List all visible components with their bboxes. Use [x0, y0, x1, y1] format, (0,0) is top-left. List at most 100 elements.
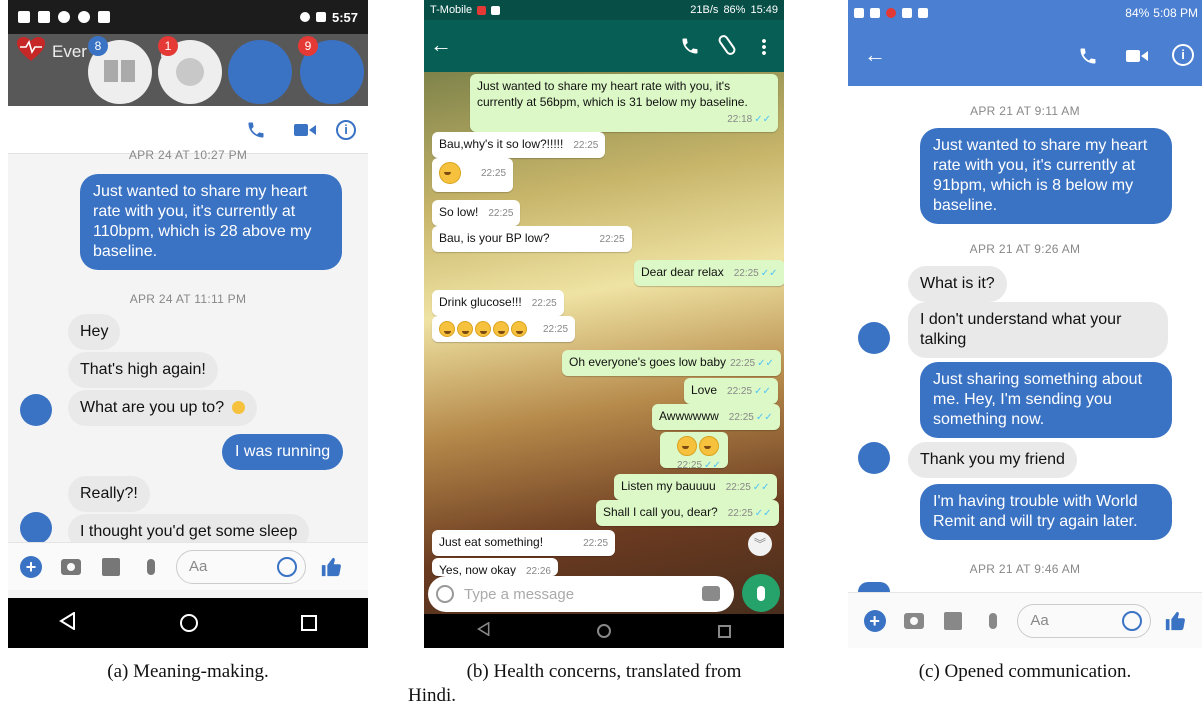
outgoing-message[interactable]: Listen my bauuuu 22:25 ✓✓	[614, 474, 777, 500]
nav-recents-icon[interactable]	[717, 624, 731, 638]
paperclip-icon[interactable]	[716, 33, 738, 57]
incoming-message[interactable]: Really?!	[68, 476, 150, 512]
carrier-label: T-Mobile	[430, 4, 473, 16]
chat-head-contact-1[interactable]	[228, 40, 292, 104]
heart-logo-icon	[16, 36, 46, 62]
camera-icon[interactable]	[56, 552, 86, 582]
incoming-message[interactable]: Drink glucose!!! 22:25	[432, 290, 564, 316]
nav-recents-icon[interactable]	[300, 615, 317, 631]
phone-icon[interactable]	[680, 36, 700, 61]
scroll-down-icon[interactable]: ︾	[748, 532, 772, 556]
smiley-icon[interactable]	[277, 556, 297, 577]
message-time: 22:25	[730, 358, 756, 369]
thumbs-up-icon[interactable]	[316, 552, 346, 582]
outgoing-message[interactable]: 22:25 ✓✓	[660, 432, 728, 471]
message-time: 22:25	[727, 508, 753, 519]
phone-icon[interactable]	[1078, 46, 1098, 71]
camera-icon[interactable]	[702, 586, 720, 601]
nav-back-icon[interactable]	[477, 620, 491, 641]
smiley-icon[interactable]	[436, 585, 454, 603]
chat-head-contact-2[interactable]: 9	[298, 36, 364, 104]
avatar[interactable]	[858, 442, 890, 474]
incoming-message[interactable]: What is it?	[908, 266, 1007, 302]
status-bar: T-Mobile 21B/s 86% 15:49	[424, 0, 784, 20]
back-arrow-icon[interactable]: ←	[864, 44, 886, 66]
outgoing-message[interactable]: I was running	[222, 434, 344, 470]
chat-toolbar: ←	[424, 20, 784, 72]
android-nav-bar	[424, 614, 784, 648]
video-camera-icon[interactable]	[294, 123, 316, 137]
avatar[interactable]	[858, 322, 890, 354]
outgoing-message[interactable]: Love 22:25 ✓✓	[684, 378, 778, 404]
slightly-smiling-emoji-icon	[231, 401, 245, 415]
caption-a: (a) Meaning-making.	[107, 661, 269, 682]
incoming-message[interactable]: Bau,why's it so low?!!!!! 22:25	[432, 132, 606, 158]
message-text: Awwwwww	[659, 409, 719, 423]
input-placeholder: Type a message	[464, 585, 575, 603]
camera-icon[interactable]	[899, 606, 928, 636]
chat-head-1[interactable]: 8	[88, 36, 152, 104]
incoming-message[interactable]: That's high again!	[68, 352, 218, 388]
nav-back-icon[interactable]	[59, 610, 77, 635]
info-icon[interactable]: i	[336, 120, 356, 140]
incoming-message[interactable]: So low! 22:25	[432, 200, 521, 226]
incoming-message[interactable]: 22:25	[432, 316, 576, 342]
outgoing-message[interactable]: Just wanted to share my heart rate with …	[920, 128, 1172, 224]
avatar[interactable]	[858, 582, 890, 592]
incoming-message[interactable]: Just eat something! 22:25	[432, 530, 616, 556]
incoming-message[interactable]: Yes, now okay 22:26	[432, 558, 558, 576]
plus-icon[interactable]: +	[860, 606, 889, 636]
nav-home-icon[interactable]	[179, 614, 198, 632]
microphone-icon[interactable]	[136, 552, 166, 582]
outgoing-message[interactable]: Just wanted to share my heart rate with …	[80, 174, 342, 270]
phone-icon[interactable]	[246, 120, 266, 140]
outgoing-message[interactable]: Dear dear relax 22:25 ✓✓	[634, 260, 784, 286]
outgoing-message[interactable]: Oh everyone's goes low baby 22:25 ✓✓	[562, 350, 781, 376]
image-icon[interactable]	[96, 552, 126, 582]
outgoing-message[interactable]: Shall I call you, dear? 22:25 ✓✓	[596, 500, 779, 526]
message-input[interactable]: Aa	[176, 549, 306, 584]
message-text: Shall I call you, dear?	[603, 505, 718, 519]
date-separator: APR 24 AT 10:27 PM	[128, 148, 248, 162]
read-ticks-icon: ✓✓	[754, 114, 771, 125]
incoming-message[interactable]: What are you up to?	[68, 390, 257, 426]
shocked-face-emoji-icon	[439, 162, 461, 184]
message-time: 22:25	[583, 538, 609, 549]
input-placeholder: Aa	[1030, 612, 1049, 629]
app-title: Ever	[52, 42, 87, 61]
incoming-message[interactable]: Hey	[68, 314, 121, 350]
caption-b-line1: (b) Health concerns, translated from	[466, 661, 742, 682]
image-icon[interactable]	[939, 606, 968, 636]
outgoing-message[interactable]: Awwwwww 22:25 ✓✓	[652, 404, 780, 430]
message-input[interactable]: Aa	[1017, 603, 1151, 638]
microphone-icon[interactable]	[978, 606, 1007, 636]
avatar[interactable]	[20, 512, 52, 544]
microphone-button[interactable]	[742, 574, 780, 612]
crying-laughing-emoji-icon	[439, 320, 455, 337]
message-text: Yes, now okay	[439, 563, 516, 576]
back-arrow-icon[interactable]: ←	[430, 34, 452, 56]
plus-icon[interactable]: +	[16, 552, 46, 582]
message-list: APR 24 AT 10:27 PM Just wanted to share …	[8, 148, 368, 550]
thumbs-up-icon[interactable]	[1161, 606, 1190, 636]
message-text: So low!	[439, 205, 479, 219]
message-input[interactable]: Type a message	[428, 576, 734, 612]
message-time: 22:25	[488, 208, 514, 219]
incoming-message[interactable]: Thank you my friend	[908, 442, 1077, 478]
incoming-message[interactable]: Bau, is your BP low? 22:25	[432, 226, 632, 252]
message-text: Bau, is your BP low?	[439, 231, 550, 245]
chat-head-messenger[interactable]: 1	[158, 36, 222, 104]
outgoing-message[interactable]: Just sharing something about me. Hey, I'…	[920, 362, 1172, 438]
incoming-message[interactable]: 22:25	[432, 158, 514, 192]
avatar[interactable]	[20, 394, 52, 426]
nav-home-icon[interactable]	[597, 624, 612, 638]
info-icon[interactable]: i	[1172, 44, 1194, 66]
incoming-message[interactable]: I don't understand what your talking	[908, 302, 1168, 358]
video-camera-icon[interactable]	[1126, 49, 1148, 68]
outgoing-message[interactable]: I'm having trouble with World Remit and …	[920, 484, 1172, 540]
outgoing-message[interactable]: Just wanted to share my heart rate with …	[470, 74, 778, 132]
read-ticks-icon: ✓✓	[752, 482, 770, 493]
more-vert-icon[interactable]	[762, 38, 766, 56]
smiley-icon[interactable]	[1121, 610, 1142, 631]
conversation-header: i	[8, 106, 368, 154]
